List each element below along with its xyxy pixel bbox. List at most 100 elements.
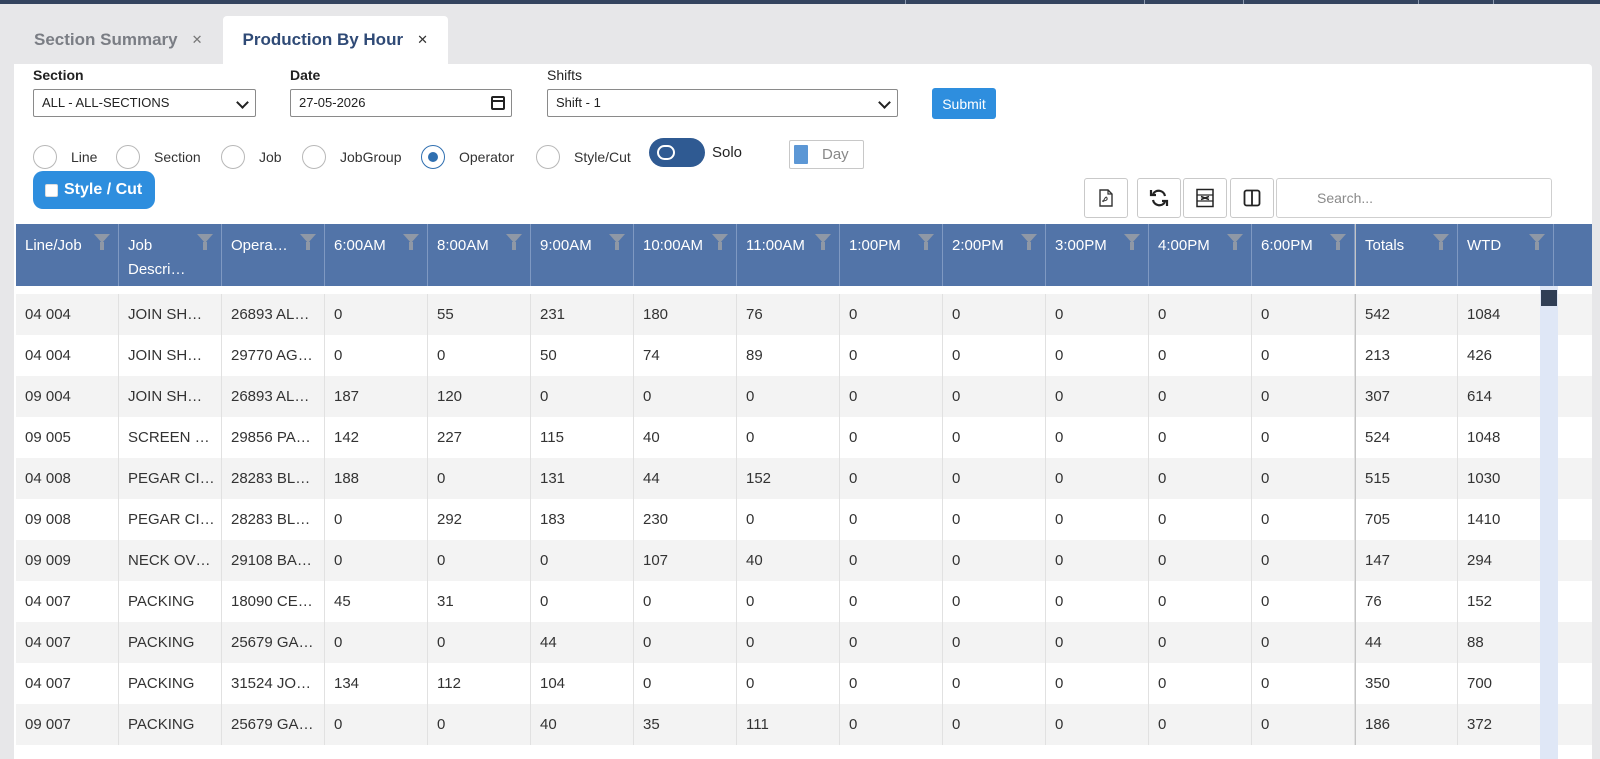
table-cell: 0 <box>1149 376 1252 417</box>
filter-icon[interactable] <box>712 234 728 250</box>
shifts-select[interactable]: Shift - 1 <box>547 89 898 117</box>
date-input[interactable]: 27-05-2026 <box>290 89 512 117</box>
radio-operator[interactable]: Operator <box>421 144 514 170</box>
column-header[interactable]: 2:00PM <box>943 224 1046 286</box>
refresh-button[interactable] <box>1137 178 1181 218</box>
column-header[interactable]: 1:00PM <box>840 224 943 286</box>
table-cell: 04 008 <box>16 458 119 499</box>
column-header[interactable]: Opera… <box>222 224 325 286</box>
column-header[interactable]: 6:00AM <box>325 224 428 286</box>
tab-section-summary[interactable]: Section Summary ✕ <box>14 16 223 64</box>
column-header[interactable]: 4:00PM <box>1149 224 1252 286</box>
column-header[interactable]: 9:00AM <box>531 224 634 286</box>
column-header[interactable]: Totals <box>1355 224 1458 286</box>
table-cell: 35 <box>634 704 737 745</box>
radio-line[interactable]: Line <box>33 144 97 170</box>
section-select[interactable]: ALL - ALL-SECTIONS <box>33 89 256 117</box>
filter-icon[interactable] <box>197 234 213 250</box>
day-toggle[interactable]: Day <box>789 140 864 169</box>
export-pdf-button[interactable] <box>1084 178 1128 218</box>
column-header[interactable]: 3:00PM <box>1046 224 1149 286</box>
table-cell: 350 <box>1355 663 1458 704</box>
radio-section[interactable]: Section <box>116 144 201 170</box>
table-cell: 0 <box>634 622 737 663</box>
filter-icon[interactable] <box>94 234 110 250</box>
table-cell: 104 <box>531 663 634 704</box>
top-bar-divider <box>1243 0 1244 4</box>
radio-job[interactable]: Job <box>221 144 282 170</box>
top-bar <box>0 0 1600 4</box>
close-icon[interactable]: ✕ <box>417 32 428 48</box>
date-label: Date <box>290 67 321 83</box>
filter-icon[interactable] <box>1227 234 1243 250</box>
table-row[interactable]: 04 004 JOIN SH… 26893 AL… 0 55 231 180 76 0 0 0 0 0 5… <box>16 294 1592 335</box>
vertical-scrollbar[interactable] <box>1540 286 1558 759</box>
table-cell: 09 008 <box>16 499 119 540</box>
column-header[interactable]: 8:00AM <box>428 224 531 286</box>
table-cell: 0 <box>737 663 840 704</box>
table-row[interactable]: 04 007 PACKING 18090 CE… 45 31 0 0 0 0 0 0 0 0 76 152 <box>16 581 1592 622</box>
table-cell: 0 <box>531 376 634 417</box>
checkbox[interactable] <box>45 183 58 197</box>
calendar-icon[interactable] <box>491 96 505 110</box>
table-row[interactable]: 09 009 NECK OV… 29108 BA… 0 0 0 107 40 0 0 0 0 0 147 2… <box>16 540 1592 581</box>
table-cell: 31 <box>428 581 531 622</box>
column-header[interactable]: WTD <box>1458 224 1554 286</box>
filter-icon[interactable] <box>1529 234 1545 250</box>
table-cell: 0 <box>840 663 943 704</box>
filter-icon[interactable] <box>609 234 625 250</box>
table-row[interactable]: 04 008 PEGAR CI… 28283 BL… 188 0 131 44 152 0 0 0 0… <box>16 458 1592 499</box>
radio-circle[interactable] <box>221 145 245 169</box>
table-cell: 0 <box>325 294 428 335</box>
radio-jobgroup[interactable]: JobGroup <box>302 144 401 170</box>
radio-circle[interactable] <box>116 145 140 169</box>
scrollbar-thumb[interactable] <box>1541 290 1557 306</box>
column-header[interactable]: 10:00AM <box>634 224 737 286</box>
filter-icon[interactable] <box>1124 234 1140 250</box>
table-cell: 29770 AG… <box>222 335 325 376</box>
radio-circle-checked[interactable] <box>421 145 445 169</box>
column-header[interactable]: Line/Job <box>16 224 119 286</box>
table-row[interactable]: 09 005 SCREEN … 29856 PA… 142 227 115 40 0 0 0 0 0 0… <box>16 417 1592 458</box>
style-cut-button[interactable]: Style / Cut <box>33 171 155 209</box>
column-header-label: Opera… <box>231 237 288 254</box>
radio-circle[interactable] <box>536 145 560 169</box>
table-cell: 0 <box>1046 663 1149 704</box>
column-header[interactable]: Job Descri… <box>119 224 222 286</box>
filter-icon[interactable] <box>1433 234 1449 250</box>
column-header[interactable]: 6:00PM <box>1252 224 1355 286</box>
filter-icon[interactable] <box>506 234 522 250</box>
table-row[interactable]: 04 007 PACKING 31524 JO… 134 112 104 0 0 0 0 0 0 0 35… <box>16 663 1592 704</box>
search-input[interactable]: Search... <box>1276 178 1552 218</box>
radio-style-cut[interactable]: Style/Cut <box>536 144 631 170</box>
filter-icon[interactable] <box>403 234 419 250</box>
table-row[interactable]: 09 008 PEGAR CI… 28283 BL… 0 292 183 230 0 0 0 0 0 0… <box>16 499 1592 540</box>
export-xlsx-button[interactable] <box>1183 178 1227 218</box>
radio-circle[interactable] <box>302 145 326 169</box>
table-cell: 0 <box>1149 663 1252 704</box>
table-row[interactable]: 09 007 PACKING 25679 GA… 0 0 40 35 111 0 0 0 0 0 186 3… <box>16 704 1592 745</box>
close-icon[interactable]: ✕ <box>192 32 203 48</box>
tab-production-by-hour[interactable]: Production By Hour ✕ <box>222 16 448 64</box>
table-row[interactable]: 09 004 JOIN SH… 26893 AL… 187 120 0 0 0 0 0 0 0 0 307… <box>16 376 1592 417</box>
table-cell: PACKING <box>119 704 222 745</box>
filter-icon[interactable] <box>1330 234 1346 250</box>
column-chooser-button[interactable] <box>1230 178 1274 218</box>
filter-icon[interactable] <box>1021 234 1037 250</box>
table-row[interactable]: 04 007 PACKING 25679 GA… 0 0 44 0 0 0 0 0 0 0 44 88 <box>16 622 1592 663</box>
filter-icon[interactable] <box>918 234 934 250</box>
table-row[interactable]: 04 004 JOIN SH… 29770 AG… 0 0 50 74 89 0 0 0 0 0 213 4… <box>16 335 1592 376</box>
filter-icon[interactable] <box>815 234 831 250</box>
table-cell: 0 <box>1149 335 1252 376</box>
table-cell: 0 <box>943 622 1046 663</box>
table-cell: 0 <box>840 335 943 376</box>
submit-button[interactable]: Submit <box>932 88 996 119</box>
column-header[interactable]: 11:00AM <box>737 224 840 286</box>
radio-circle[interactable] <box>33 145 57 169</box>
table-cell: 0 <box>1252 581 1355 622</box>
section-label: Section <box>33 67 84 83</box>
table-cell: 25679 GA… <box>222 622 325 663</box>
filter-icon[interactable] <box>300 234 316 250</box>
solo-toggle[interactable] <box>649 138 705 167</box>
column-header-label: 2:00PM <box>952 237 1004 254</box>
